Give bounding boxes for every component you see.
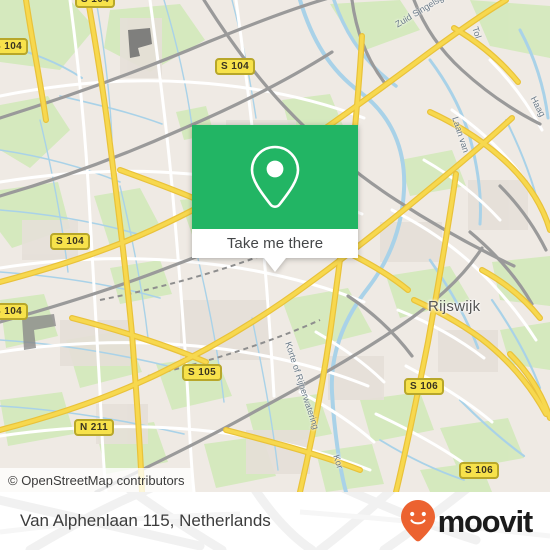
road-shield: S 106 <box>404 378 445 395</box>
road-shield: S 104 <box>50 233 91 250</box>
moovit-wordmark: moovit <box>437 503 534 539</box>
road-shield: S 104 <box>0 303 29 320</box>
take-me-there-label: Take me there <box>226 235 324 252</box>
road-shield: S 104 <box>0 38 29 55</box>
moovit-pin-smile-icon <box>400 500 435 542</box>
map-attribution[interactable]: © OpenStreetMap contributors <box>0 468 193 492</box>
place-label-rijswijk: Rijswijk <box>428 298 481 315</box>
map-pin-icon <box>250 145 300 208</box>
road-shield: S 105 <box>182 364 223 381</box>
location-popup-card[interactable]: Take me there <box>192 125 358 272</box>
road-shield: S 104 <box>75 0 116 8</box>
location-address: Van Alphenlaan 115, Netherlands <box>20 511 271 530</box>
map-canvas[interactable]: S 104 S 104 S 104 S 104 S 104 S 105 N 21… <box>0 0 550 492</box>
road-shield: S 106 <box>459 462 500 479</box>
take-me-there-button[interactable]: Take me there <box>192 229 358 272</box>
popup-icon-panel <box>192 125 358 229</box>
attribution-text: © OpenStreetMap contributors <box>8 472 185 488</box>
road-shield: S 104 <box>215 58 256 75</box>
moovit-map-screenshot: S 104 S 104 S 104 S 104 S 104 S 105 N 21… <box>0 0 550 550</box>
popup-tail-pointer <box>264 258 286 272</box>
moovit-logo[interactable]: moovit <box>400 499 534 543</box>
footer-bar: Van Alphenlaan 115, Netherlands moovit <box>0 492 550 550</box>
road-shield: N 211 <box>74 419 115 436</box>
